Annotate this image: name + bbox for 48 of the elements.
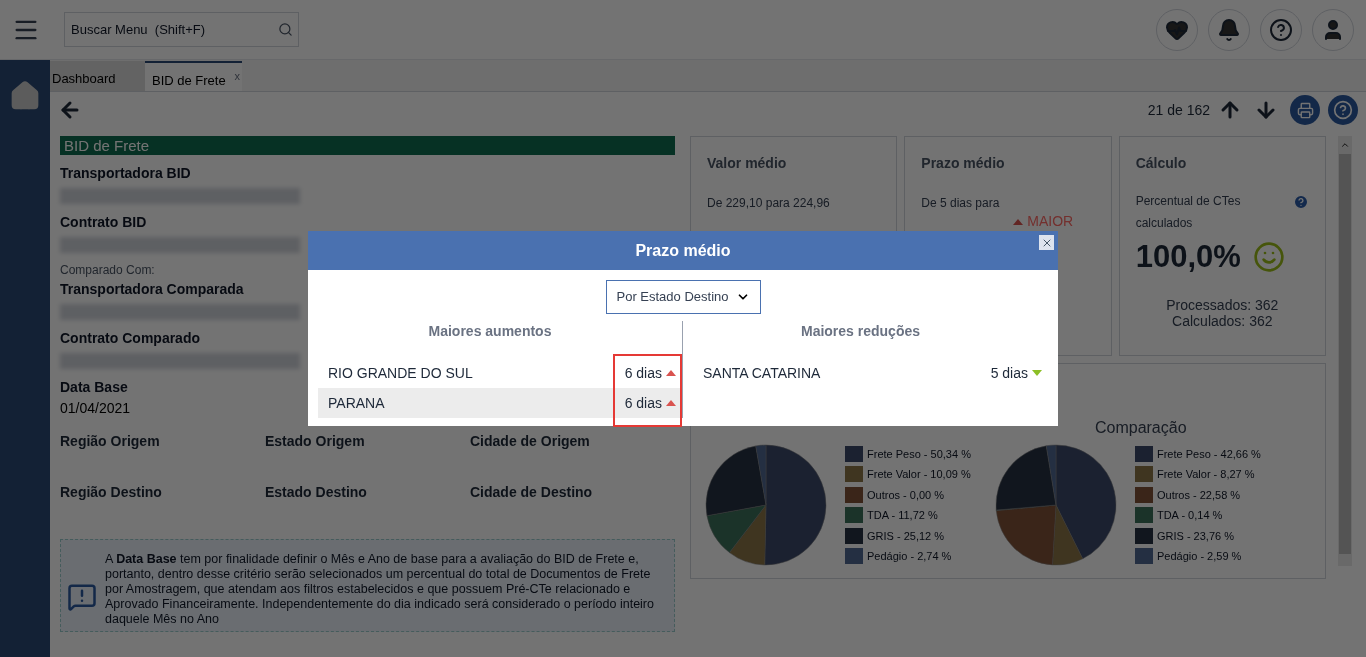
field-value: 01/04/2021 — [60, 399, 131, 418]
field-label: Região Origem — [60, 432, 161, 451]
legend-label: TDA - 11,72 % — [867, 508, 938, 523]
count-text: Processados: 362 — [1165, 296, 1280, 313]
days-value: 6 dias — [624, 393, 662, 413]
record-position: 21 de 162 — [1147, 100, 1210, 120]
field-label: Transportadora Comparada — [60, 280, 244, 299]
field-label: Cidade de Destino — [470, 483, 594, 502]
card-subtitle: Percentual de CTes calculados — [1135, 193, 1242, 232]
legend-label: Outros - 22,58 % — [1156, 487, 1241, 503]
days-value: 6 dias — [624, 363, 662, 383]
legend-label: Frete Valor - 8,27 % — [1156, 467, 1255, 482]
column-heading: Maiores reduções — [799, 322, 922, 341]
column-heading: Maiores aumentos — [427, 322, 553, 341]
legend-label: Frete Valor - 10,09 % — [867, 467, 971, 482]
legend-label: GRIS - 23,76 % — [1156, 528, 1234, 544]
legend-label: Pedágio - 2,74 % — [867, 549, 952, 564]
legend-label: Outros - 0,00 % — [867, 487, 945, 503]
field-label: Estado Destino — [265, 483, 368, 502]
legend-label: Frete Peso - 42,66 % — [1156, 446, 1261, 462]
card-subtitle: De 5 dias para — [921, 195, 1000, 212]
info-note: A Data Base tem por finalidade definir o Mês e Ano de base para a avaliação do BID de Frete e, portanto, dentro desse critério serão selecionados um percentual do total de Documentos de Frete por Amostragem, que atendam aos filtros estabelecidos e que possuem Pré-CTe relacionado e Aprovado Financeiramente. Independentemente do dia indicado será considerado o período inteiro daquele Mês no Ano — [105, 552, 655, 627]
field-label: Data Base — [60, 378, 128, 397]
card-title: Prazo médio — [921, 154, 1006, 173]
card-title: Valor médio — [707, 154, 788, 173]
legend-label: TDA - 0,14 % — [1156, 508, 1223, 523]
trend-label: MAIOR — [1027, 212, 1074, 231]
section-title: BID de Frete — [60, 136, 675, 155]
percent-value: 100,0% — [1135, 238, 1241, 276]
days-value: 5 dias — [990, 363, 1028, 383]
field-label: Contrato BID — [60, 213, 147, 232]
state-name: SANTA CATARINA — [703, 363, 821, 383]
card-title: Cálculo — [1135, 154, 1188, 173]
field-label: Estado Origem — [265, 432, 366, 451]
chart-title: Comparação — [1094, 418, 1188, 438]
field-label: Região Destino — [60, 483, 163, 502]
card-subtitle: De 229,10 para 224,96 — [707, 195, 830, 212]
legend-label: Frete Peso - 50,34 % — [867, 446, 971, 462]
count-text: Calculados: 362 — [1171, 312, 1274, 329]
legend-label: Pedágio - 2,59 % — [1156, 549, 1242, 564]
caption-text: Comparado Com: — [60, 262, 155, 279]
state-name: RIO GRANDE DO SUL — [328, 363, 473, 383]
state-name: PARANA — [328, 393, 385, 413]
legend-label: GRIS - 25,12 % — [867, 528, 945, 544]
field-label: Transportadora BID — [60, 164, 191, 183]
field-label: Contrato Comparado — [60, 329, 200, 348]
field-label: Cidade de Origem — [470, 432, 591, 451]
modal-title: Prazo médio — [635, 240, 731, 261]
